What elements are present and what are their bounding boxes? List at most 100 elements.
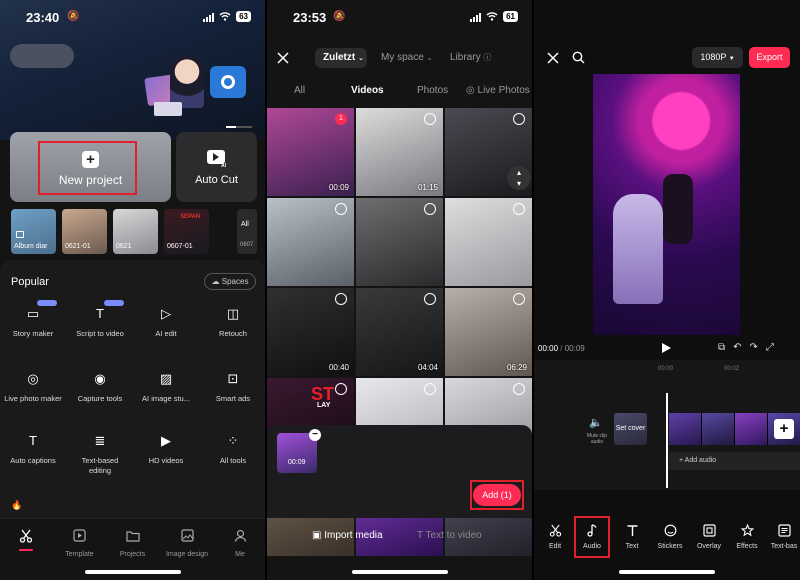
tool-stickers[interactable]: Stickers bbox=[650, 524, 690, 558]
tab-live-photos[interactable]: ◎ Live Photos bbox=[466, 85, 530, 96]
recent-item[interactable]: 0621-01 bbox=[62, 209, 107, 254]
source-zuletzt[interactable]: Zuletzt ⌄ bbox=[315, 48, 367, 68]
add-audio-track[interactable]: + Add audio bbox=[669, 452, 800, 470]
battery-indicator: 61 bbox=[503, 11, 518, 22]
select-circle[interactable] bbox=[424, 113, 436, 125]
ruler-tick: 00:02 bbox=[724, 366, 740, 372]
tool-item[interactable]: ▨ AI image stu... bbox=[134, 370, 198, 422]
play-icon[interactable] bbox=[662, 343, 671, 353]
tool-scissors[interactable]: Edit bbox=[535, 524, 575, 558]
active-indicator bbox=[19, 549, 33, 551]
media-thumb[interactable]: 04:04 bbox=[356, 288, 443, 376]
select-circle[interactable] bbox=[513, 203, 525, 215]
media-thumb[interactable]: 00:40 bbox=[267, 288, 354, 376]
tool-item[interactable]: T Auto captions bbox=[1, 432, 65, 484]
close-icon[interactable] bbox=[547, 52, 559, 64]
select-circle[interactable] bbox=[335, 203, 347, 215]
highlight-box bbox=[38, 141, 137, 195]
import-media-button[interactable]: ▣ Import media bbox=[312, 530, 383, 541]
tool-item[interactable]: ▷ AI edit bbox=[134, 305, 198, 357]
select-circle[interactable] bbox=[335, 383, 347, 395]
auto-cut-card[interactable]: AI Auto Cut bbox=[176, 132, 257, 202]
select-circle[interactable] bbox=[513, 113, 525, 125]
tool-label: Text bbox=[625, 543, 639, 550]
playhead[interactable] bbox=[666, 393, 668, 488]
keyframe-icon[interactable]: ⧉ bbox=[718, 342, 725, 353]
tool-effects[interactable]: Effects bbox=[727, 524, 767, 558]
add-clip-button[interactable]: + bbox=[774, 419, 794, 439]
wifi-icon bbox=[486, 12, 498, 21]
tool-text-based[interactable]: Text-bas bbox=[764, 524, 800, 558]
nav-projects[interactable]: Projects bbox=[106, 525, 159, 565]
tab-all[interactable]: All bbox=[294, 85, 305, 96]
recent-item[interactable]: SEPAN 0607-01 bbox=[164, 209, 209, 254]
select-circle[interactable] bbox=[424, 293, 436, 305]
redo-icon[interactable]: ↷ bbox=[750, 342, 758, 353]
media-thumb[interactable]: 1 00:09 bbox=[267, 108, 354, 196]
caret-down-icon: ▼ bbox=[728, 56, 735, 62]
account-pill[interactable] bbox=[10, 44, 74, 68]
tool-item[interactable]: ◫ Retouch bbox=[201, 305, 265, 357]
tool-item[interactable]: ▶ HD videos bbox=[134, 432, 198, 484]
search-icon[interactable] bbox=[572, 51, 585, 64]
tool-item[interactable]: ≣ Text-based editing bbox=[68, 432, 132, 484]
tool-label: Text-bas bbox=[770, 543, 798, 550]
recent-item[interactable]: 0621 bbox=[113, 209, 158, 254]
fullscreen-icon[interactable]: ⤢ bbox=[766, 342, 774, 353]
info-icon: ⓘ bbox=[483, 53, 492, 62]
media-thumb[interactable] bbox=[356, 198, 443, 286]
signal-icon bbox=[470, 12, 482, 22]
tool-overlay[interactable]: Overlay bbox=[689, 524, 729, 558]
video-preview[interactable] bbox=[593, 74, 740, 335]
selection-badge[interactable]: 1 bbox=[335, 113, 347, 125]
source-library[interactable]: Library ⓘ bbox=[450, 52, 491, 63]
select-circle[interactable] bbox=[424, 383, 436, 395]
spaces-button[interactable]: ☁ Spaces bbox=[204, 273, 256, 290]
speaker-icon[interactable]: 🔈 bbox=[589, 416, 603, 429]
nav-image-design[interactable]: Image design bbox=[159, 525, 215, 565]
media-thumb[interactable]: 01:15 bbox=[356, 108, 443, 196]
media-thumb[interactable]: 06:29 bbox=[445, 288, 532, 376]
tool-text[interactable]: Text bbox=[612, 524, 652, 558]
nav-me[interactable]: Me bbox=[215, 525, 265, 565]
close-icon[interactable] bbox=[277, 52, 289, 64]
select-circle[interactable] bbox=[513, 383, 525, 395]
remove-icon[interactable]: − bbox=[309, 429, 321, 441]
all-tools-icon: ⁘ bbox=[227, 433, 239, 448]
tool-item[interactable]: ◎ Live photo maker bbox=[1, 370, 65, 422]
export-button[interactable]: Export bbox=[749, 47, 790, 68]
undo-icon[interactable]: ↶ bbox=[733, 342, 741, 353]
text-icon: T bbox=[417, 530, 423, 541]
select-circle[interactable] bbox=[424, 203, 436, 215]
text-to-video-button[interactable]: T Text to video bbox=[417, 530, 482, 541]
media-thumb[interactable] bbox=[267, 198, 354, 286]
popular-title: Popular bbox=[11, 276, 49, 288]
me-icon bbox=[234, 529, 246, 542]
resolution-select[interactable]: 1080P ▼ bbox=[692, 47, 743, 68]
album-icon bbox=[16, 231, 24, 238]
mute-bell-icon: 🔕 bbox=[67, 11, 80, 22]
tool-item[interactable]: ⊡ Smart ads bbox=[201, 370, 265, 422]
select-circle[interactable] bbox=[513, 293, 525, 305]
media-thumb[interactable] bbox=[445, 198, 532, 286]
nav-edit[interactable] bbox=[0, 525, 53, 565]
set-cover-button[interactable]: Set cover bbox=[614, 413, 647, 445]
capture-tools-icon: ◉ bbox=[94, 371, 106, 386]
recent-item[interactable]: Album diar bbox=[11, 209, 56, 254]
recent-all-button[interactable]: All 0607 bbox=[237, 209, 257, 254]
select-circle[interactable] bbox=[335, 293, 347, 305]
tab-videos[interactable]: Videos bbox=[351, 85, 384, 96]
tool-label: Story maker bbox=[12, 329, 54, 338]
tool-item[interactable]: T Script to video bbox=[68, 300, 132, 357]
source-my-space[interactable]: My space ⌄ bbox=[381, 52, 432, 63]
status-time: 23:53 bbox=[293, 10, 327, 25]
tool-item[interactable]: ▭ Story maker bbox=[1, 300, 65, 357]
tool-item[interactable]: ⁘ All tools bbox=[201, 432, 265, 484]
tool-item[interactable]: ◉ Capture tools bbox=[68, 370, 132, 422]
stickers-icon bbox=[650, 524, 690, 539]
scroll-handle[interactable]: ▴ ▾ bbox=[507, 166, 531, 190]
tool-label: Edit bbox=[548, 543, 562, 550]
tab-photos[interactable]: Photos bbox=[417, 85, 448, 96]
edit-scissors-icon bbox=[19, 529, 33, 543]
nav-template[interactable]: Template bbox=[53, 525, 106, 565]
